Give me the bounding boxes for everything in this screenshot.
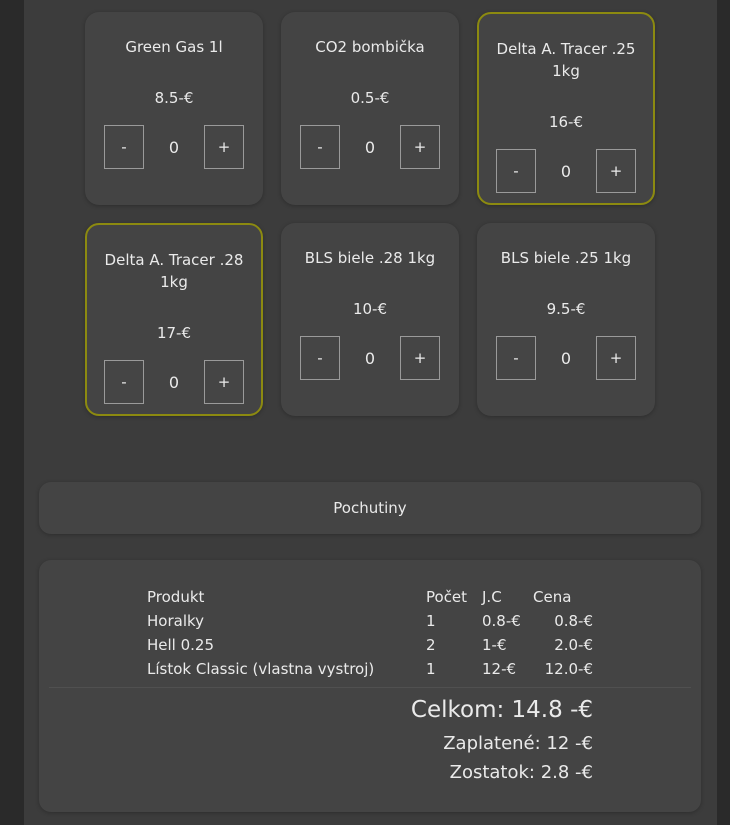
product-name: Delta A. Tracer .28 1kg <box>104 251 244 291</box>
quantity-value: 0 <box>364 137 376 157</box>
product-price: 9.5-€ <box>546 300 586 318</box>
quantity-stepper: - 0 + <box>87 360 261 404</box>
row-product: Horalky <box>147 612 205 630</box>
divider <box>49 687 691 688</box>
increment-button[interactable]: + <box>204 125 244 169</box>
increment-button[interactable]: + <box>204 360 244 404</box>
quantity-stepper: - 0 + <box>477 336 655 380</box>
row-product: Hell 0.25 <box>147 636 215 654</box>
product-price: 0.5-€ <box>350 89 390 107</box>
quantity-stepper: - 0 + <box>85 125 263 169</box>
quantity-value: 0 <box>364 348 376 368</box>
quantity-stepper: - 0 + <box>479 149 653 193</box>
row-price: 2.0-€ <box>554 636 593 654</box>
decrement-button[interactable]: - <box>104 125 144 169</box>
increment-button[interactable]: + <box>400 336 440 380</box>
decrement-button[interactable]: - <box>496 149 536 193</box>
paid-amount: Zaplatené: 12 -€ <box>443 733 593 754</box>
increment-button[interactable]: + <box>400 125 440 169</box>
product-card: BLS biele .25 1kg 9.5-€ - 0 + <box>477 223 655 416</box>
product-card: BLS biele .28 1kg 10-€ - 0 + <box>281 223 459 416</box>
product-card: Green Gas 1l 8.5-€ - 0 + <box>85 12 263 205</box>
product-price: 8.5-€ <box>154 89 194 107</box>
row-count: 1 <box>426 660 436 678</box>
decrement-button[interactable]: - <box>496 336 536 380</box>
column-header-price: Cena <box>533 588 572 606</box>
quantity-value: 0 <box>560 348 572 368</box>
category-section-pochutiny[interactable]: Pochutiny <box>39 482 701 534</box>
order-items-table: Produkt Počet J.C Cena Horalky 1 0.8-€ 0… <box>147 585 593 681</box>
product-price: 17-€ <box>156 324 192 342</box>
row-unit-price: 0.8-€ <box>482 612 521 630</box>
product-name: Delta A. Tracer .25 1kg <box>496 40 636 80</box>
product-name: BLS biele .28 1kg <box>304 249 436 267</box>
product-price: 10-€ <box>352 300 388 318</box>
row-count: 2 <box>426 636 436 654</box>
remaining-amount: Zostatok: 2.8 -€ <box>449 762 593 783</box>
increment-button[interactable]: + <box>596 336 636 380</box>
row-unit-price: 1-€ <box>482 636 507 654</box>
row-count: 1 <box>426 612 436 630</box>
decrement-button[interactable]: - <box>300 125 340 169</box>
total-amount: Celkom: 14.8 -€ <box>410 697 593 723</box>
quantity-stepper: - 0 + <box>281 125 459 169</box>
table-row: Lístok Classic (vlastna vystroj) 1 12-€ … <box>147 657 593 681</box>
product-name: Green Gas 1l <box>125 38 223 56</box>
table-row: Horalky 1 0.8-€ 0.8-€ <box>147 609 593 633</box>
product-name: BLS biele .25 1kg <box>500 249 632 267</box>
increment-button[interactable]: + <box>596 149 636 193</box>
decrement-button[interactable]: - <box>300 336 340 380</box>
column-header-product: Produkt <box>147 588 205 606</box>
quantity-value: 0 <box>168 372 180 392</box>
product-card: CO2 bombička 0.5-€ - 0 + <box>281 12 459 205</box>
row-product: Lístok Classic (vlastna vystroj) <box>147 660 375 678</box>
product-name: CO2 bombička <box>315 38 425 56</box>
product-card-selected: Delta A. Tracer .25 1kg 16-€ - 0 + <box>477 12 655 205</box>
decrement-button[interactable]: - <box>104 360 144 404</box>
column-header-unit-price: J.C <box>482 588 502 606</box>
product-price: 16-€ <box>548 113 584 131</box>
quantity-value: 0 <box>560 161 572 181</box>
row-unit-price: 12-€ <box>482 660 517 678</box>
quantity-stepper: - 0 + <box>281 336 459 380</box>
column-header-count: Počet <box>426 588 468 606</box>
quantity-value: 0 <box>168 137 180 157</box>
table-row: Hell 0.25 2 1-€ 2.0-€ <box>147 633 593 657</box>
row-price: 12.0-€ <box>544 660 593 678</box>
table-header: Produkt Počet J.C Cena <box>147 585 593 609</box>
section-title: Pochutiny <box>333 499 407 517</box>
product-card-selected: Delta A. Tracer .28 1kg 17-€ - 0 + <box>85 223 263 416</box>
order-summary: Produkt Počet J.C Cena Horalky 1 0.8-€ 0… <box>39 560 701 812</box>
row-price: 0.8-€ <box>554 612 593 630</box>
